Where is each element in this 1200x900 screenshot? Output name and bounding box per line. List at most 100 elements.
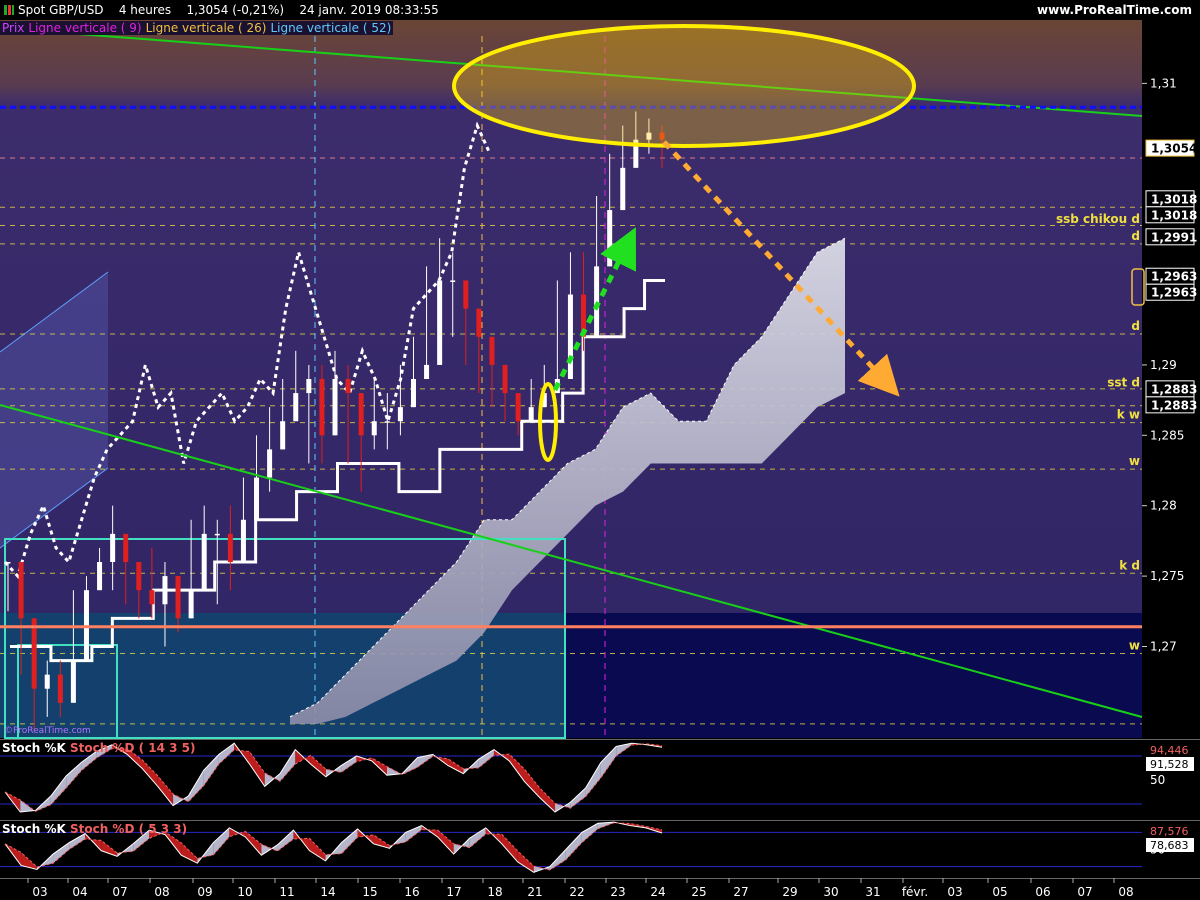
candle-body xyxy=(136,562,142,591)
x-tick-label: 14 xyxy=(320,885,335,899)
candle-body xyxy=(607,210,613,267)
x-tick-label: 27 xyxy=(733,885,748,899)
level-label: d xyxy=(1131,229,1140,243)
y-tick-label: 1,28 xyxy=(1150,499,1177,513)
legend-prix[interactable]: Prix xyxy=(0,21,27,35)
candle-body xyxy=(254,477,260,520)
price-tag-label: 1,3018 xyxy=(1151,192,1197,206)
candle-body xyxy=(18,562,24,619)
price-tag-label: 1,2963 xyxy=(1151,270,1197,284)
price-tag-label: 1,2963 xyxy=(1151,286,1197,300)
legend-vline-26[interactable]: Ligne verticale ( 26) xyxy=(143,21,269,35)
candle-body xyxy=(97,562,103,591)
stoch-2-k-label: Stoch %K xyxy=(2,822,66,836)
x-tick-label: 05 xyxy=(992,885,1007,899)
x-tick-label: 31 xyxy=(865,885,880,899)
level-label: ssb chikou d xyxy=(1056,212,1140,226)
x-tick-label: 21 xyxy=(527,885,542,899)
candle-body xyxy=(162,576,168,605)
candle-body xyxy=(31,618,37,689)
candle-body xyxy=(123,533,129,563)
x-tick-label: 08 xyxy=(1118,885,1133,899)
x-tick-label: 29 xyxy=(782,885,797,899)
level-label: sst d xyxy=(1107,375,1140,389)
candle-body xyxy=(463,280,469,309)
price-tag-label: 1,3054 xyxy=(1151,142,1197,156)
x-tick-label: 24 xyxy=(650,885,665,899)
x-tick-label: févr. xyxy=(902,885,928,899)
stoch-tag-label: 94,446 xyxy=(1150,744,1189,757)
x-tick-label: 04 xyxy=(72,885,87,899)
candle-body xyxy=(214,533,220,536)
x-tick-label: 08 xyxy=(154,885,169,899)
x-tick-label: 22 xyxy=(569,885,584,899)
candle-body xyxy=(188,590,194,619)
stoch-2-label: Stoch %K Stoch %D ( 5 3 3) xyxy=(2,822,187,837)
y-tick-label: 1,29 xyxy=(1150,358,1177,372)
x-tick-label: 11 xyxy=(279,885,294,899)
candle-body xyxy=(528,407,534,422)
x-tick-label: 03 xyxy=(947,885,962,899)
candle-body xyxy=(476,308,482,337)
candle-body xyxy=(515,393,521,422)
candle-body xyxy=(437,280,443,365)
candle-body xyxy=(201,533,207,591)
stoch-1-k-label: Stoch %K xyxy=(2,741,66,755)
candle-body xyxy=(371,421,377,436)
candle-body xyxy=(620,167,626,211)
level-label: w xyxy=(1129,639,1140,653)
candle-body xyxy=(450,280,456,282)
candle-body xyxy=(110,533,116,563)
x-tick-label: 03 xyxy=(32,885,47,899)
candle-body xyxy=(240,519,246,563)
candle-body xyxy=(358,393,364,436)
price-tag-label: 1,2991 xyxy=(1151,230,1197,244)
x-tick-label: 15 xyxy=(362,885,377,899)
x-tick-label: 25 xyxy=(691,885,706,899)
x-tick-label: 17 xyxy=(446,885,461,899)
indicator-legend: Prix Ligne verticale ( 9) Ligne verticale … xyxy=(0,20,394,36)
candle-body xyxy=(345,379,351,394)
candle-body xyxy=(57,674,63,703)
price-tag-label: 1,3018 xyxy=(1151,208,1197,222)
candle-body xyxy=(319,379,325,436)
candle-body xyxy=(70,660,76,703)
y-tick-label: 1,275 xyxy=(1150,569,1184,583)
candle-body xyxy=(44,674,50,689)
highlight-ellipse-top xyxy=(452,24,916,148)
candle-body xyxy=(410,379,416,408)
candle-body xyxy=(280,421,286,450)
x-tick-label: 16 xyxy=(404,885,419,899)
candle-body xyxy=(567,294,573,379)
legend-vline-52[interactable]: Ligne verticale ( 52) xyxy=(268,21,394,35)
y-tick-label: 1,31 xyxy=(1150,76,1177,90)
candle-body xyxy=(175,576,181,619)
stoch-1-label: Stoch %K Stoch %D ( 14 3 5) xyxy=(2,741,196,756)
candle-body xyxy=(293,393,299,422)
x-tick-label: 06 xyxy=(1035,885,1050,899)
stoch-2-d-label: Stoch %D ( 5 3 3) xyxy=(69,822,188,836)
candle-body xyxy=(5,562,11,564)
stoch-tick-label: 50 xyxy=(1150,773,1165,787)
level-label: d xyxy=(1131,319,1140,333)
x-tick-label: 10 xyxy=(237,885,252,899)
stoch-tag-label: 78,683 xyxy=(1150,839,1189,852)
stoch-tag-label: 91,528 xyxy=(1150,758,1189,771)
level-label: k w xyxy=(1117,408,1140,422)
legend-vline-9[interactable]: Ligne verticale ( 9) xyxy=(26,21,144,35)
x-tick-label: 09 xyxy=(197,885,212,899)
candle-body xyxy=(306,379,312,394)
level-label: w xyxy=(1129,454,1140,468)
candle-body xyxy=(424,364,430,379)
candle-body xyxy=(489,336,495,365)
x-tick-label: 18 xyxy=(487,885,502,899)
candle-body xyxy=(149,590,155,605)
x-axis: 03 04 07 08 09 10 11 14 15 16 17 18 21 22 23 24 25 27 29 30… xyxy=(27,878,1134,899)
price-chart[interactable]: ssb chikou d d d sst d k w w k d w 1,31 1,29 1,28… xyxy=(0,0,1200,900)
candle-body xyxy=(502,364,508,394)
price-tag-label: 1,2883 xyxy=(1151,382,1197,396)
candle-body xyxy=(384,421,390,423)
candle-body xyxy=(267,449,273,478)
y-tick-label: 1,285 xyxy=(1150,428,1184,442)
candle-body xyxy=(332,379,338,436)
